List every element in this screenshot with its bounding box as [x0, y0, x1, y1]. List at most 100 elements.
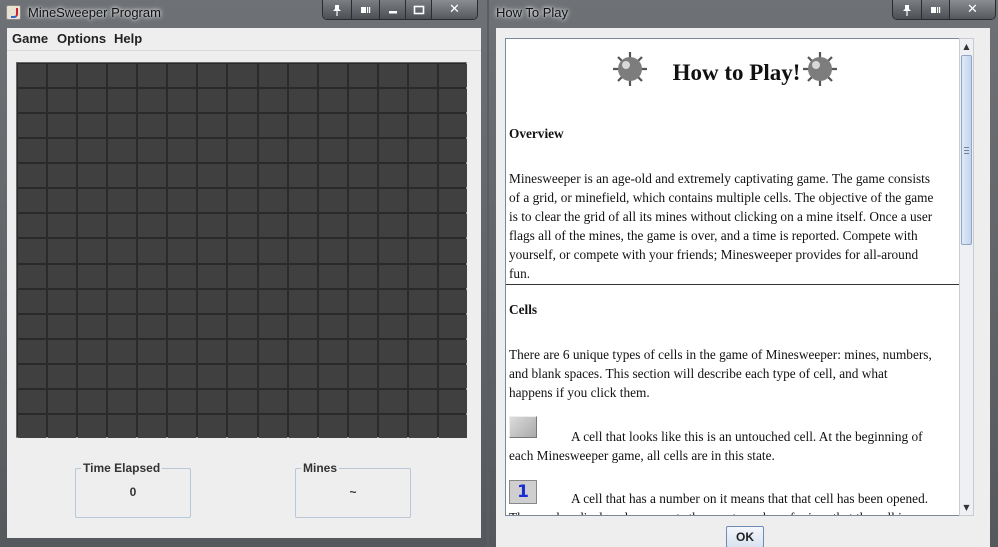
- close-icon[interactable]: ✕: [949, 0, 995, 19]
- minefield-cell[interactable]: [48, 139, 77, 163]
- menu-help[interactable]: Help: [114, 31, 142, 46]
- minefield-cell[interactable]: [108, 114, 137, 138]
- minefield-cell[interactable]: [408, 339, 437, 363]
- minefield-cell[interactable]: [258, 189, 287, 213]
- minefield-cell[interactable]: [138, 264, 167, 288]
- minefield-cell[interactable]: [168, 389, 197, 413]
- minefield-cell[interactable]: [348, 64, 377, 88]
- minefield-cell[interactable]: [228, 289, 257, 313]
- minefield-cell[interactable]: [318, 239, 347, 263]
- minefield-cell[interactable]: [18, 264, 47, 288]
- minefield-cell[interactable]: [138, 89, 167, 113]
- minefield-cell[interactable]: [408, 264, 437, 288]
- minefield-cell[interactable]: [408, 89, 437, 113]
- menu-game[interactable]: Game: [12, 31, 48, 46]
- minefield-cell[interactable]: [108, 289, 137, 313]
- minefield-cell[interactable]: [378, 89, 407, 113]
- minefield-cell[interactable]: [228, 364, 257, 388]
- minefield-cell[interactable]: [438, 314, 467, 338]
- minefield-cell[interactable]: [348, 139, 377, 163]
- minefield-cell[interactable]: [18, 289, 47, 313]
- minefield-cell[interactable]: [438, 89, 467, 113]
- minefield-cell[interactable]: [168, 64, 197, 88]
- minefield-cell[interactable]: [228, 139, 257, 163]
- minefield-cell[interactable]: [78, 314, 107, 338]
- minefield-cell[interactable]: [168, 289, 197, 313]
- minefield-cell[interactable]: [18, 339, 47, 363]
- minefield-cell[interactable]: [228, 164, 257, 188]
- minefield-cell[interactable]: [288, 114, 317, 138]
- menu-options[interactable]: Options: [57, 31, 106, 46]
- minefield-cell[interactable]: [348, 164, 377, 188]
- minefield-cell[interactable]: [198, 164, 227, 188]
- minefield-cell[interactable]: [108, 314, 137, 338]
- minefield-cell[interactable]: [288, 364, 317, 388]
- restore-down-icon[interactable]: [921, 0, 949, 19]
- vertical-scrollbar[interactable]: ▲ ▼: [959, 38, 974, 516]
- minefield-cell[interactable]: [348, 389, 377, 413]
- help-document[interactable]: How to Play! Overview Minesweeper is an …: [505, 38, 969, 516]
- minefield-cell[interactable]: [288, 64, 317, 88]
- minefield-cell[interactable]: [378, 289, 407, 313]
- pin-icon[interactable]: [893, 0, 921, 19]
- minefield-cell[interactable]: [48, 214, 77, 238]
- minefield-cell[interactable]: [48, 314, 77, 338]
- minefield-cell[interactable]: [438, 289, 467, 313]
- minefield-cell[interactable]: [288, 264, 317, 288]
- minefield-cell[interactable]: [228, 414, 257, 438]
- minefield-cell[interactable]: [408, 64, 437, 88]
- minefield-cell[interactable]: [348, 89, 377, 113]
- minefield-cell[interactable]: [198, 89, 227, 113]
- minefield-cell[interactable]: [78, 389, 107, 413]
- minefield-cell[interactable]: [108, 164, 137, 188]
- minefield-cell[interactable]: [348, 414, 377, 438]
- minefield-cell[interactable]: [408, 289, 437, 313]
- minefield-cell[interactable]: [138, 389, 167, 413]
- minefield-cell[interactable]: [438, 189, 467, 213]
- minefield-cell[interactable]: [258, 364, 287, 388]
- minefield-cell[interactable]: [378, 364, 407, 388]
- minefield-cell[interactable]: [438, 64, 467, 88]
- minefield-cell[interactable]: [198, 339, 227, 363]
- minefield-cell[interactable]: [168, 364, 197, 388]
- minefield-cell[interactable]: [168, 339, 197, 363]
- minefield-cell[interactable]: [48, 264, 77, 288]
- minefield-cell[interactable]: [378, 239, 407, 263]
- minefield-cell[interactable]: [438, 389, 467, 413]
- minefield-cell[interactable]: [408, 114, 437, 138]
- minefield-cell[interactable]: [108, 339, 137, 363]
- minefield-cell[interactable]: [138, 214, 167, 238]
- minefield-cell[interactable]: [288, 414, 317, 438]
- minefield-cell[interactable]: [378, 64, 407, 88]
- minefield-cell[interactable]: [378, 414, 407, 438]
- how-to-play-titlebar[interactable]: How To Play ✕: [489, 0, 998, 26]
- minefield-cell[interactable]: [78, 89, 107, 113]
- minefield-cell[interactable]: [108, 189, 137, 213]
- minefield-cell[interactable]: [408, 164, 437, 188]
- minefield-cell[interactable]: [198, 389, 227, 413]
- minefield-cell[interactable]: [138, 314, 167, 338]
- minefield-cell[interactable]: [138, 239, 167, 263]
- minefield-cell[interactable]: [108, 264, 137, 288]
- minefield-cell[interactable]: [108, 139, 137, 163]
- minefield-cell[interactable]: [228, 189, 257, 213]
- minefield-cell[interactable]: [408, 239, 437, 263]
- minefield-cell[interactable]: [408, 139, 437, 163]
- minefield-cell[interactable]: [198, 114, 227, 138]
- minefield-cell[interactable]: [78, 264, 107, 288]
- minefield-cell[interactable]: [168, 164, 197, 188]
- minefield-cell[interactable]: [228, 239, 257, 263]
- minefield-cell[interactable]: [108, 389, 137, 413]
- minefield-cell[interactable]: [318, 164, 347, 188]
- minefield-cell[interactable]: [48, 89, 77, 113]
- minefield-cell[interactable]: [168, 239, 197, 263]
- minefield-cell[interactable]: [288, 339, 317, 363]
- minefield-cell[interactable]: [318, 314, 347, 338]
- minefield-cell[interactable]: [348, 289, 377, 313]
- minefield-cell[interactable]: [18, 239, 47, 263]
- minefield-cell[interactable]: [78, 214, 107, 238]
- minefield-cell[interactable]: [288, 139, 317, 163]
- minefield-cell[interactable]: [378, 139, 407, 163]
- minefield-cell[interactable]: [378, 114, 407, 138]
- minefield-cell[interactable]: [138, 339, 167, 363]
